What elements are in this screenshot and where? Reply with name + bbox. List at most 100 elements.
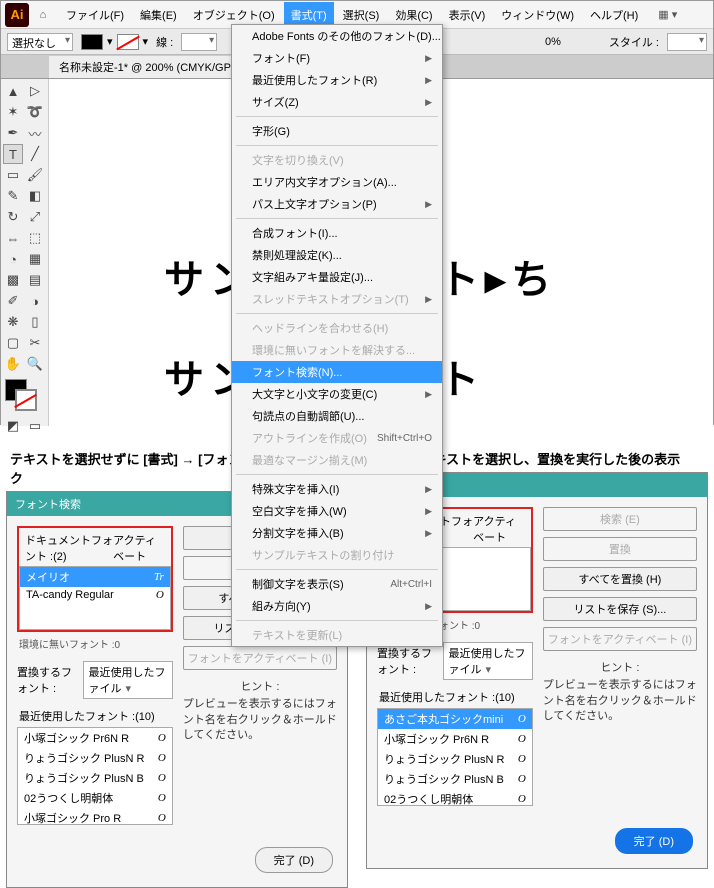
menu-item[interactable]: 分割文字を挿入(B)▶ [232, 522, 442, 544]
hint-body: プレビューを表示するにはフォント名を右クリック＆ホールドしてください。 [543, 678, 697, 724]
width-tool[interactable]: ⇔ [3, 228, 23, 248]
font-row[interactable]: あさご本丸ゴシックminiO [378, 709, 532, 729]
line-tool[interactable]: ╱ [25, 144, 45, 164]
font-row[interactable]: 小塚ゴシック Pr6N RO [18, 728, 172, 748]
menu-item[interactable]: サイズ(Z)▶ [232, 91, 442, 113]
selection-tool[interactable]: ▲ [3, 81, 23, 101]
menu-item[interactable]: 大文字と小文字の変更(C)▶ [232, 383, 442, 405]
menu-item[interactable]: 特殊文字を挿入(I)▶ [232, 478, 442, 500]
font-row[interactable]: 02うつくし明朝体O [18, 788, 172, 808]
menu-item[interactable]: 禁則処理設定(K)... [232, 244, 442, 266]
curvature-tool[interactable]: 〰 [25, 123, 45, 143]
selection-dd[interactable]: 選択なし [7, 33, 73, 51]
font-row[interactable]: りょうゴシック PlusN RO [378, 749, 532, 769]
menu-file[interactable]: ファイル(F) [59, 2, 131, 28]
menu-item: 文字を切り換え(V) [232, 149, 442, 171]
font-row[interactable]: 小塚ゴシック Pr6N RO [378, 729, 532, 749]
menu-help[interactable]: ヘルプ(H) [583, 2, 645, 28]
menu-item[interactable]: 句読点の自動調節(U)... [232, 405, 442, 427]
activate-label: アクティベート [473, 513, 525, 545]
eraser-tool[interactable]: ◧ [25, 186, 45, 206]
lasso-tool[interactable]: ➰ [25, 102, 45, 122]
hint-body: プレビューを表示するにはフォント名を右クリック＆ホールドしてください。 [183, 697, 337, 743]
fill-swatch[interactable] [81, 34, 103, 50]
stroke-weight-dd[interactable] [181, 33, 217, 51]
save-list-button[interactable]: リストを保存 (S)... [543, 597, 697, 621]
menu-item[interactable]: パス上文字オプション(P)▶ [232, 193, 442, 215]
menu-edit[interactable]: 編集(E) [133, 2, 184, 28]
menu-item[interactable]: Adobe Fonts のその他のフォント(D)... [232, 25, 442, 47]
eyedropper-tool[interactable]: ✐ [3, 291, 23, 311]
font-row[interactable]: りょうゴシック PlusN RO [18, 748, 172, 768]
hand-tool[interactable]: ✋ [3, 354, 23, 374]
menu-item[interactable]: 制御文字を表示(S)Alt+Ctrl+I [232, 573, 442, 595]
rectangle-tool[interactable]: ▭ [3, 165, 23, 185]
done-button[interactable]: 完了 (D) [615, 828, 693, 854]
illustrator-window: Ai ⌂ ファイル(F) 編集(E) オブジェクト(O) 書式(T) 選択(S)… [0, 0, 714, 425]
stroke-swatch[interactable] [117, 34, 139, 50]
menu-item: 環境に無いフォントを解決する... [232, 339, 442, 361]
type-menu-dropdown: Adobe Fonts のその他のフォント(D)...フォント(F)▶最近使用し… [231, 24, 443, 647]
shaper-tool[interactable]: ✎ [3, 186, 23, 206]
font-row[interactable]: メイリオTr [20, 567, 170, 587]
font-row[interactable]: TA-candy RegularO [20, 587, 170, 603]
shape-builder-tool[interactable]: ◔ [3, 249, 23, 269]
done-button[interactable]: 完了 (D) [255, 847, 333, 873]
sample-text-4: ト [439, 347, 485, 405]
menu-window[interactable]: ウィンドウ(W) [494, 2, 581, 28]
search-button[interactable]: 検索 (E) [543, 507, 697, 531]
menu-item[interactable]: フォント(F)▶ [232, 47, 442, 69]
replace-all-button[interactable]: すべてを置換 (H) [543, 567, 697, 591]
pen-tool[interactable]: ✒ [3, 123, 23, 143]
recent-fonts-list[interactable]: 小塚ゴシック Pr6N ROりょうゴシック PlusN ROりょうゴシック Pl… [17, 727, 173, 825]
color-mode-icon[interactable]: ◩ [3, 416, 23, 436]
zoom-tool[interactable]: 🔍 [25, 354, 45, 374]
font-row[interactable]: 02うつくし明朝体O [378, 789, 532, 806]
blend-tool[interactable]: ◑ [25, 291, 45, 311]
replace-font-dd[interactable]: 最近使用したファイル [83, 661, 172, 699]
menu-item[interactable]: 空白文字を挿入(W)▶ [232, 500, 442, 522]
artboard-tool[interactable]: ▢ [3, 333, 23, 353]
style-label: スタイル : [609, 34, 659, 50]
menu-item[interactable]: 組み方向(Y)▶ [232, 595, 442, 617]
screen-mode-icon[interactable]: ▭ [25, 416, 45, 436]
perspective-tool[interactable]: ▦ [25, 249, 45, 269]
style-dd[interactable] [667, 33, 707, 51]
arrange-docs-icon[interactable]: ▦ ▾ [653, 3, 682, 26]
activate-fonts-button[interactable]: フォントをアクティベート (I) [543, 627, 697, 651]
font-row[interactable]: りょうゴシック PlusN BO [18, 768, 172, 788]
magic-wand-tool[interactable]: ✶ [3, 102, 23, 122]
menu-item: スレッドテキストオプション(T)▶ [232, 288, 442, 310]
home-icon[interactable]: ⌂ [33, 5, 53, 25]
recent-fonts-label: 最近使用したフォント :(10) [17, 705, 173, 727]
doc-fonts-highlight: ドキュメントフォント :(2) アクティベート メイリオTrTA-candy R… [17, 526, 173, 632]
direct-select-tool[interactable]: ▷ [25, 81, 45, 101]
gradient-tool[interactable]: ▤ [25, 270, 45, 290]
menu-item[interactable]: フォント検索(N)... [232, 361, 442, 383]
replace-button[interactable]: 置換 [543, 537, 697, 561]
font-row[interactable]: 小塚ゴシック Pro RO [18, 808, 172, 825]
symbol-tool[interactable]: ❋ [3, 312, 23, 332]
stroke-box[interactable] [15, 389, 37, 411]
slice-tool[interactable]: ✂ [25, 333, 45, 353]
rotate-tool[interactable]: ↻ [3, 207, 23, 227]
free-transform-tool[interactable]: ⬚ [25, 228, 45, 248]
type-tool[interactable]: T [3, 144, 23, 164]
activate-fonts-button[interactable]: フォントをアクティベート (I) [183, 646, 337, 670]
menu-item[interactable]: 文字組みアキ量設定(J)... [232, 266, 442, 288]
scale-tool[interactable]: ⤢ [25, 207, 45, 227]
fill-stroke-indicator[interactable] [3, 379, 46, 415]
menu-item[interactable]: エリア内文字オプション(A)... [232, 171, 442, 193]
mesh-tool[interactable]: ▩ [3, 270, 23, 290]
font-row[interactable]: りょうゴシック PlusN BO [378, 769, 532, 789]
doc-fonts-list[interactable]: メイリオTrTA-candy RegularO [19, 566, 171, 630]
paintbrush-tool[interactable]: 🖌 [25, 165, 45, 185]
replace-font-dd[interactable]: 最近使用したファイル [443, 642, 532, 680]
menu-item[interactable]: 合成フォント(I)... [232, 222, 442, 244]
menu-item[interactable]: 最近使用したフォント(R)▶ [232, 69, 442, 91]
menu-item[interactable]: 字形(G) [232, 120, 442, 142]
recent-fonts-list[interactable]: あさご本丸ゴシックminiO小塚ゴシック Pr6N ROりょうゴシック Plus… [377, 708, 533, 806]
menu-view[interactable]: 表示(V) [442, 2, 493, 28]
menu-item: テキストを更新(L) [232, 624, 442, 646]
graph-tool[interactable]: ▯ [25, 312, 45, 332]
